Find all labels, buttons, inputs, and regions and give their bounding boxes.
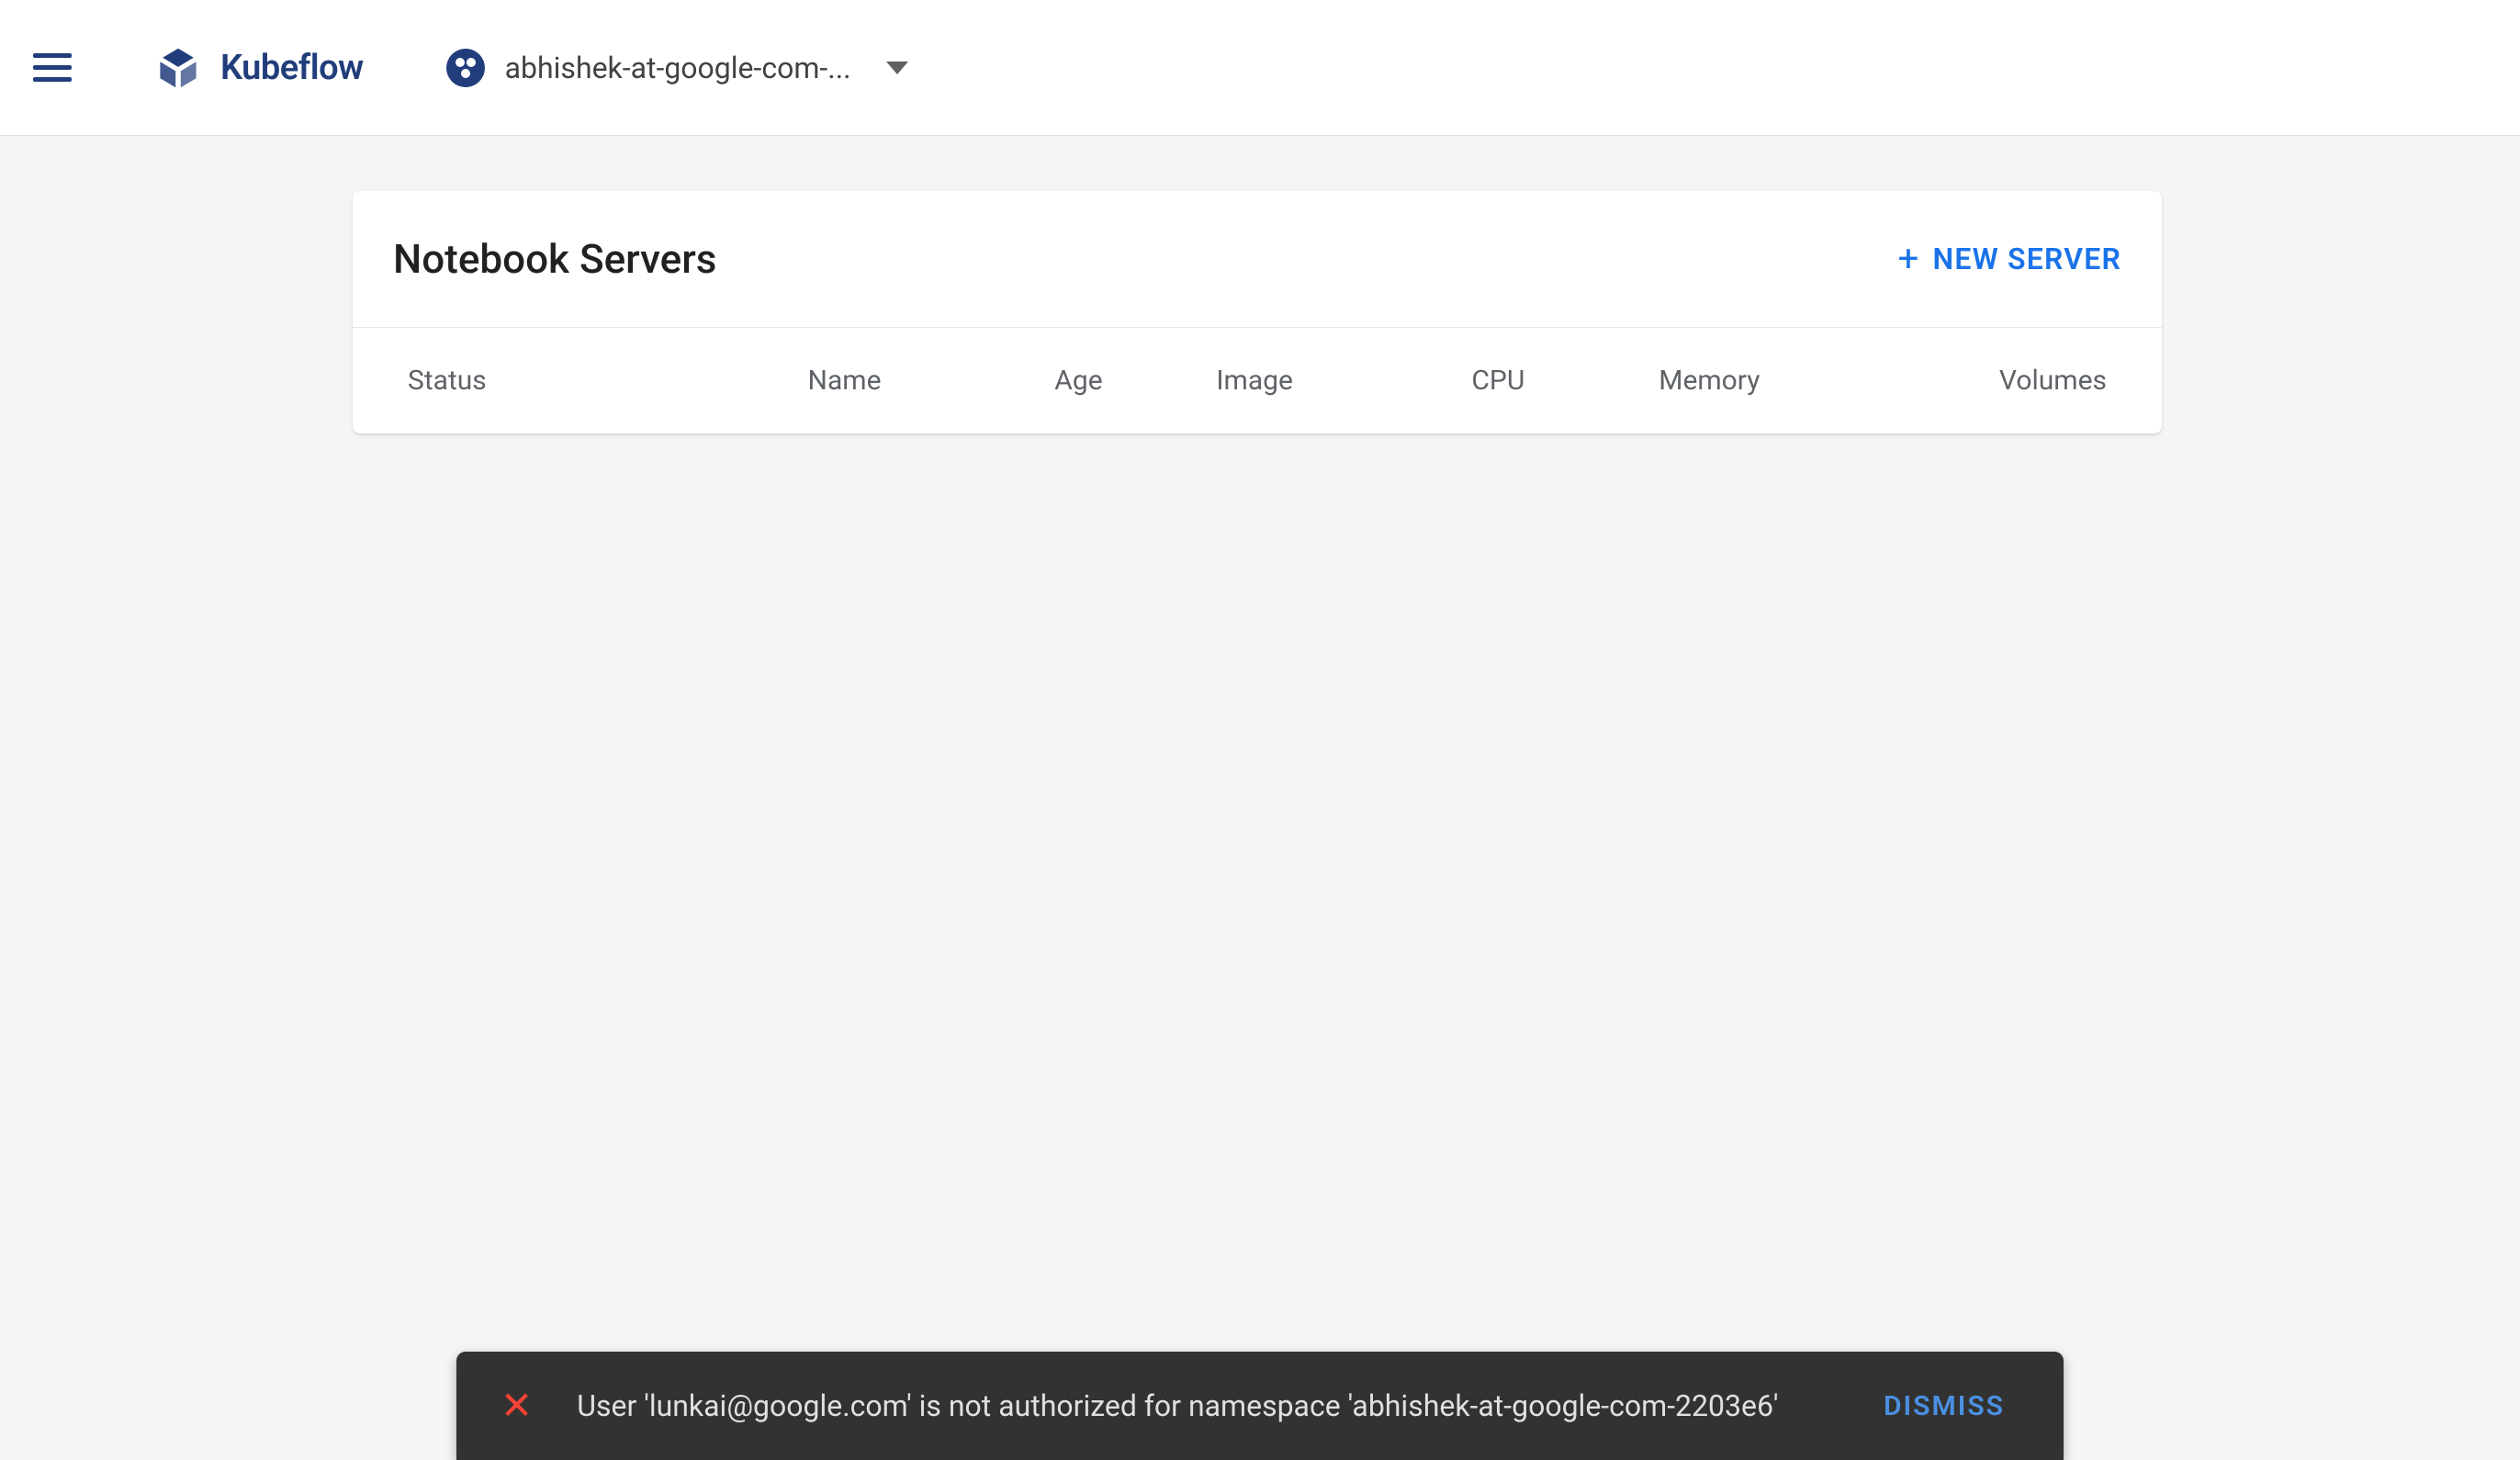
menu-icon (33, 65, 72, 70)
namespace-selector[interactable]: abhishek-at-google-com-... (446, 49, 908, 87)
app-header: Kubeflow abhishek-at-google-com-... (0, 0, 2520, 136)
column-header-memory[interactable]: Memory (1659, 365, 1999, 397)
menu-icon (33, 53, 72, 58)
chevron-down-icon (886, 62, 908, 74)
menu-button[interactable] (26, 46, 79, 89)
column-header-volumes[interactable]: Volumes (1999, 365, 2107, 397)
page-title: Notebook Servers (393, 235, 716, 283)
namespace-icon (446, 49, 485, 87)
error-snackbar: ✕ User 'lunkai@google.com' is not author… (456, 1352, 2064, 1460)
column-header-image[interactable]: Image (1216, 365, 1471, 397)
plus-icon: + (1898, 241, 1920, 277)
namespace-label: abhishek-at-google-com-... (505, 51, 851, 85)
notebook-servers-card: Notebook Servers + NEW SERVER Status Nam… (353, 191, 2162, 433)
brand-name: Kubeflow (220, 48, 364, 88)
column-header-name[interactable]: Name (808, 365, 1055, 397)
new-server-button[interactable]: + NEW SERVER (1898, 241, 2121, 277)
new-server-label: NEW SERVER (1933, 241, 2122, 276)
menu-icon (33, 77, 72, 82)
close-icon: ✕ (501, 1383, 533, 1429)
brand-logo[interactable]: Kubeflow (152, 42, 364, 94)
column-header-cpu[interactable]: CPU (1471, 365, 1659, 397)
main-content: Notebook Servers + NEW SERVER Status Nam… (0, 136, 2520, 433)
column-header-age[interactable]: Age (1054, 365, 1216, 397)
kubeflow-icon (152, 42, 204, 94)
column-header-status[interactable]: Status (408, 365, 808, 397)
card-header: Notebook Servers + NEW SERVER (353, 191, 2162, 328)
dismiss-button[interactable]: DISMISS (1884, 1390, 2005, 1422)
table-header-row: Status Name Age Image CPU Memory Volumes (353, 328, 2162, 433)
snackbar-message: User 'lunkai@google.com' is not authoriz… (577, 1384, 1884, 1428)
